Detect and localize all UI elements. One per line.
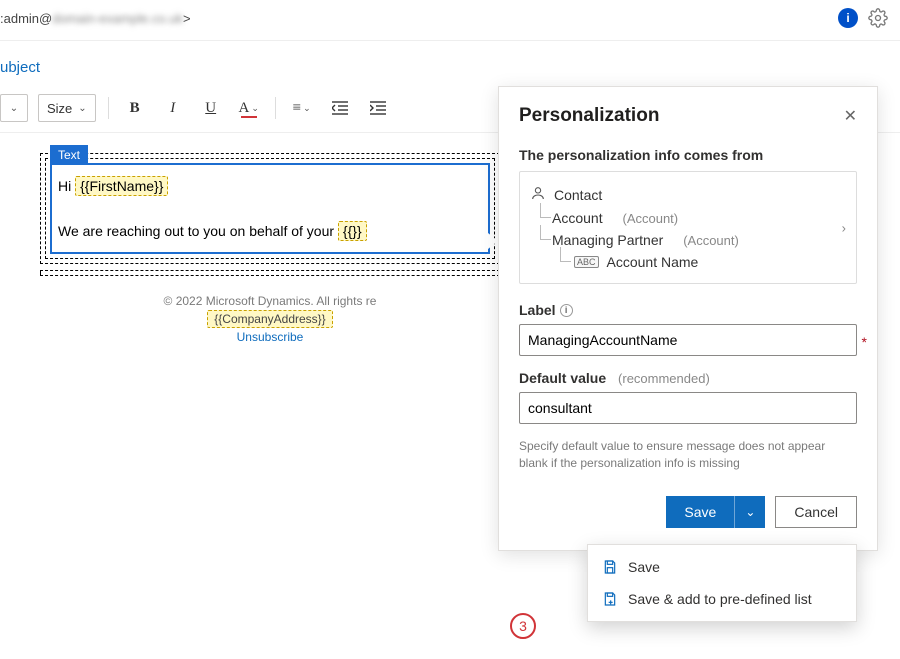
- chevron-down-icon: ⌄: [745, 505, 755, 519]
- toolbar-divider: [108, 97, 109, 119]
- personalization-token-active[interactable]: {{}}: [338, 221, 367, 241]
- chevron-down-icon: ⌄: [78, 103, 86, 114]
- source-section-label: The personalization info comes from: [519, 147, 857, 163]
- chevron-down-icon: ⌄: [10, 103, 18, 114]
- save-dropdown-menu: Save Save & add to pre-defined list: [587, 544, 857, 622]
- outdent-button[interactable]: [326, 94, 354, 122]
- cancel-button[interactable]: Cancel: [775, 496, 857, 528]
- menu-item-save-add[interactable]: Save & add to pre-defined list: [588, 583, 856, 615]
- font-color-button[interactable]: A⌄: [235, 94, 263, 122]
- panel-title: Personalization: [519, 105, 659, 127]
- save-icon: [602, 559, 618, 575]
- chevron-down-icon: ⌄: [251, 103, 259, 114]
- info-icon[interactable]: i: [560, 304, 573, 317]
- person-icon: [530, 185, 546, 204]
- field-type-icon: ABC: [574, 256, 599, 268]
- tree-node-managing-partner[interactable]: Managing Partner (Account): [530, 229, 846, 251]
- subject-tab[interactable]: ubject: [0, 41, 900, 90]
- font-size-dropdown[interactable]: Size⌄: [38, 94, 96, 122]
- personalization-panel: Personalization ✕ The personalization in…: [498, 86, 878, 551]
- selected-text-block[interactable]: Text Hi {{FirstName}} We are reaching ou…: [50, 163, 490, 254]
- from-address: :admin@domain-example.co.uk>: [0, 11, 191, 26]
- default-value-label: Default value (recommended): [519, 370, 857, 386]
- element-type-badge: Text: [50, 145, 88, 165]
- required-indicator: *: [862, 334, 867, 350]
- indent-button[interactable]: [364, 94, 392, 122]
- italic-button[interactable]: I: [159, 94, 187, 122]
- underline-button[interactable]: U: [197, 94, 225, 122]
- default-value-help: Specify default value to ensure message …: [519, 438, 857, 472]
- font-family-dropdown[interactable]: ⌄: [0, 94, 28, 122]
- menu-item-save[interactable]: Save: [588, 551, 856, 583]
- save-button[interactable]: Save: [666, 496, 735, 528]
- close-icon[interactable]: ✕: [844, 106, 857, 126]
- default-value-input[interactable]: [519, 392, 857, 424]
- tree-node-account-name[interactable]: ABC Account Name: [530, 251, 846, 273]
- align-button[interactable]: ≡⌄: [288, 94, 316, 122]
- gear-icon[interactable]: [868, 8, 888, 28]
- chevron-down-icon: ⌄: [303, 103, 311, 114]
- save-add-icon: [602, 591, 618, 607]
- chevron-right-icon[interactable]: ›: [842, 220, 846, 235]
- drop-zone[interactable]: [40, 270, 500, 276]
- company-address-token[interactable]: {{CompanyAddress}}: [207, 310, 332, 328]
- label-field-label: Label i: [519, 302, 857, 318]
- footer-copyright: © 2022 Microsoft Dynamics. All rights re: [40, 294, 500, 308]
- data-source-tree[interactable]: Contact Account (Account) Managing Partn…: [519, 171, 857, 284]
- bold-button[interactable]: B: [121, 94, 149, 122]
- tree-node-account[interactable]: Account (Account): [530, 207, 846, 229]
- toolbar-divider: [275, 97, 276, 119]
- personalization-token[interactable]: {{FirstName}}: [75, 176, 168, 196]
- label-input[interactable]: [519, 324, 857, 356]
- email-body-text[interactable]: Hi {{FirstName}} We are reaching out to …: [58, 175, 482, 242]
- info-icon[interactable]: i: [838, 8, 858, 28]
- save-split-button[interactable]: ⌄: [735, 496, 765, 528]
- unsubscribe-link[interactable]: Unsubscribe: [40, 330, 500, 344]
- callout-badge-3: 3: [510, 613, 536, 639]
- tree-node-contact[interactable]: Contact: [530, 182, 846, 207]
